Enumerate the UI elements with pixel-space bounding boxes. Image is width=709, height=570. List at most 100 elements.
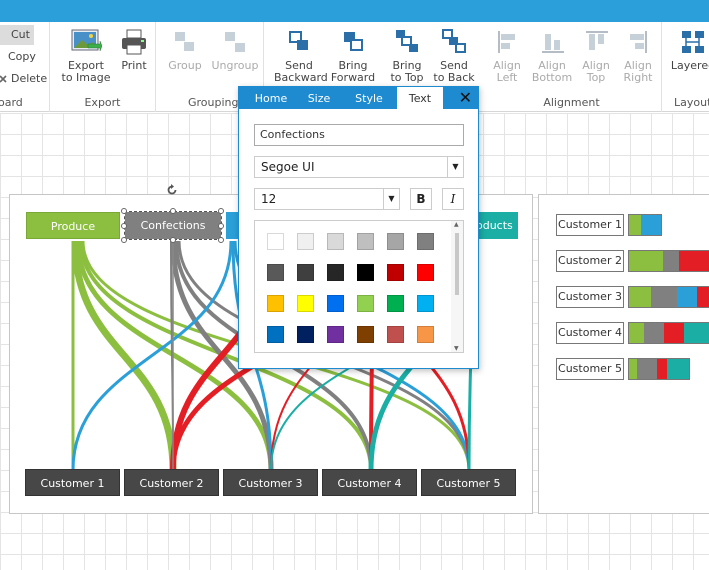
color-swatch[interactable]	[357, 326, 374, 343]
color-swatch[interactable]	[357, 233, 374, 250]
chevron-down-icon: ▼	[447, 157, 463, 177]
font-size-select[interactable]: 12 ▼	[254, 188, 400, 210]
copy-button[interactable]: Copy	[0, 47, 36, 67]
alignment-group-label: Alignment	[543, 96, 600, 109]
summary-stacked-bar	[628, 322, 709, 344]
align-bottom-button[interactable]: Align Bottom	[530, 28, 574, 84]
resize-handle-nw[interactable]	[121, 208, 127, 214]
alignment-group: Align Left Align Bottom Align Top Align …	[482, 22, 662, 112]
bar-segment	[641, 215, 661, 235]
bar-segment	[684, 323, 709, 343]
resize-handle-s[interactable]	[170, 237, 176, 243]
color-swatch[interactable]	[357, 295, 374, 312]
close-icon[interactable]: ✕	[459, 88, 472, 108]
customer-node-1[interactable]: Customer 1	[25, 469, 120, 496]
tab-style[interactable]: Style	[343, 87, 395, 109]
color-swatch[interactable]	[297, 295, 314, 312]
bar-segment	[679, 251, 709, 271]
export-group-label: Export	[84, 96, 121, 109]
align-left-icon	[498, 31, 515, 53]
summary-customer-label: Customer 3	[556, 286, 624, 308]
color-swatch[interactable]	[297, 264, 314, 281]
color-swatch[interactable]	[327, 233, 344, 250]
summary-customer-label: Customer 5	[556, 358, 624, 380]
bar-segment	[657, 359, 667, 379]
color-swatch[interactable]	[417, 295, 434, 312]
color-swatch[interactable]	[417, 264, 434, 281]
palette-scrollbar[interactable]: ▲ ▼	[451, 221, 463, 352]
color-swatch[interactable]	[417, 233, 434, 250]
clipboard-group: Cut Copy Delete oard	[0, 22, 50, 112]
font-family-select[interactable]: Segoe UI ▼	[254, 156, 464, 178]
color-swatch[interactable]	[387, 264, 404, 281]
export-to-image-button[interactable]: Export to Image	[60, 28, 112, 84]
scroll-thumb[interactable]	[455, 233, 459, 295]
resize-handle-ne[interactable]	[218, 208, 224, 214]
align-right-button[interactable]: Align Right	[618, 28, 658, 84]
source-node-produce[interactable]: Produce	[26, 212, 120, 239]
resize-handle-sw[interactable]	[121, 237, 127, 243]
text-editor-popup: Home Size Style Text ✕ Confections Segoe…	[238, 86, 479, 369]
color-swatch[interactable]	[387, 326, 404, 343]
color-swatch[interactable]	[267, 264, 284, 281]
title-bar	[0, 0, 709, 22]
printer-icon	[122, 29, 146, 55]
align-left-button[interactable]: Align Left	[486, 28, 528, 84]
layered-layout-button[interactable]: Layered	[668, 28, 709, 72]
bar-segment	[644, 323, 664, 343]
color-swatch[interactable]	[417, 326, 434, 343]
align-top-button[interactable]: Align Top	[578, 28, 614, 84]
group-button[interactable]: Group	[164, 28, 206, 72]
color-swatch[interactable]	[297, 326, 314, 343]
tab-home[interactable]: Home	[243, 87, 299, 109]
customer-node-3[interactable]: Customer 3	[223, 469, 318, 496]
tab-size[interactable]: Size	[299, 87, 339, 109]
color-swatch[interactable]	[387, 295, 404, 312]
color-swatch[interactable]	[327, 295, 344, 312]
italic-button[interactable]: I	[442, 188, 464, 210]
delete-button[interactable]: Delete	[0, 69, 47, 89]
bar-segment	[697, 287, 709, 307]
resize-handle-e[interactable]	[218, 223, 224, 229]
color-swatch[interactable]	[267, 233, 284, 250]
source-node-beverages[interactable]	[226, 212, 238, 239]
color-swatch[interactable]	[357, 264, 374, 281]
shape-text-input[interactable]: Confections	[254, 124, 464, 146]
layout-group: Layered Layout	[662, 22, 709, 112]
summary-stacked-bar	[628, 286, 709, 308]
ungroup-button[interactable]: Ungroup	[210, 28, 260, 72]
rotate-handle-icon[interactable]	[166, 184, 178, 196]
resize-handle-se[interactable]	[218, 237, 224, 243]
clipboard-group-label: oard	[0, 96, 23, 109]
bar-segment	[667, 359, 689, 379]
bring-forward-button[interactable]: Bring Forward	[328, 28, 378, 84]
customer-node-5[interactable]: Customer 5	[421, 469, 516, 496]
resize-handle-n[interactable]	[170, 208, 176, 214]
color-swatch[interactable]	[267, 295, 284, 312]
tab-text[interactable]: Text	[397, 87, 443, 109]
color-swatch[interactable]	[387, 233, 404, 250]
color-swatch[interactable]	[267, 326, 284, 343]
bold-button[interactable]: B	[410, 188, 432, 210]
scroll-up-icon[interactable]: ▲	[454, 221, 459, 228]
bring-to-top-button[interactable]: Bring to Top	[382, 28, 432, 84]
bar-segment	[629, 251, 663, 271]
align-bottom-icon	[542, 34, 564, 53]
color-swatch[interactable]	[327, 326, 344, 343]
send-to-back-button[interactable]: Send to Back	[430, 28, 478, 84]
color-swatch[interactable]	[297, 233, 314, 250]
cut-button[interactable]: Cut	[0, 25, 34, 45]
color-swatch[interactable]	[327, 264, 344, 281]
chevron-down-icon: ▼	[383, 189, 399, 209]
print-button[interactable]: Print	[116, 28, 152, 72]
source-node-confections[interactable]: Confections	[125, 212, 221, 239]
resize-handle-w[interactable]	[121, 223, 127, 229]
customer-node-4[interactable]: Customer 4	[322, 469, 417, 496]
delete-icon	[0, 75, 7, 83]
customer-node-2[interactable]: Customer 2	[124, 469, 219, 496]
scroll-down-icon[interactable]: ▼	[454, 345, 459, 352]
bar-segment	[629, 287, 651, 307]
send-backward-icon	[289, 31, 308, 50]
color-palette: ▲ ▼	[254, 220, 464, 353]
send-backward-button[interactable]: Send Backward	[274, 28, 328, 84]
